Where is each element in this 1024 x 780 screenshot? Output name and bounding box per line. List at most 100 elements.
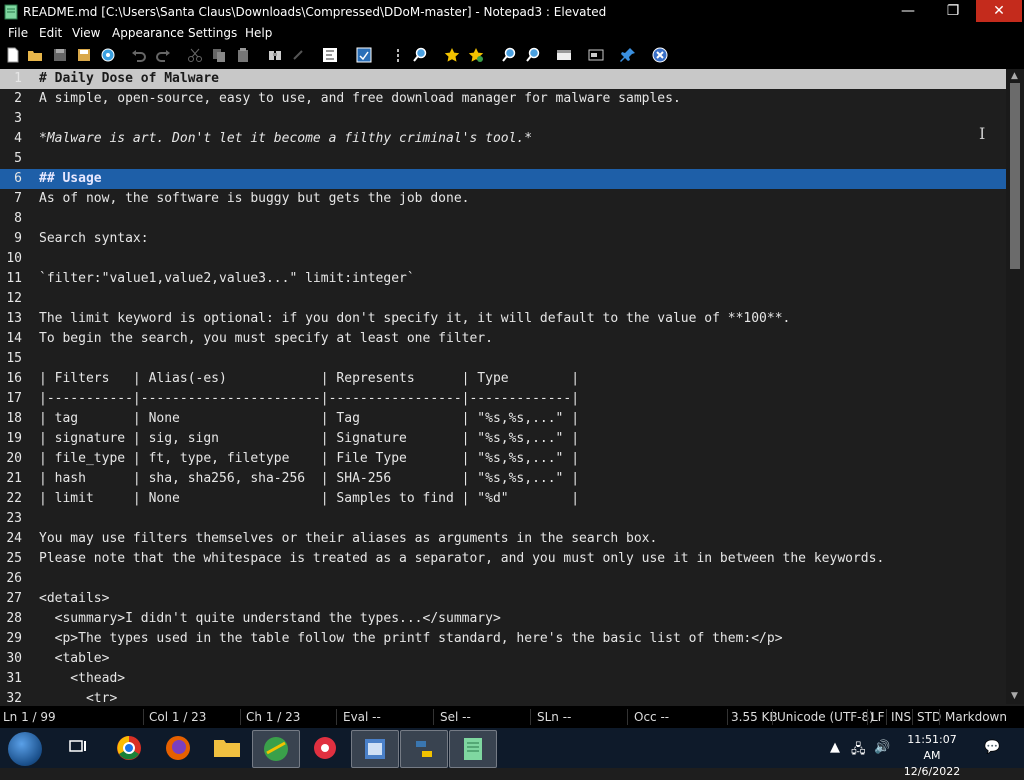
editor-line[interactable]: 1 # Daily Dose of Malware: [0, 69, 1006, 89]
word-wrap-icon[interactable]: [322, 47, 338, 63]
redo-icon[interactable]: [155, 47, 171, 63]
volume-icon[interactable]: 🔊: [874, 740, 890, 755]
line-text[interactable]: | tag | None | Tag | "%s,%s,..." |: [39, 409, 579, 429]
status-column[interactable]: Col 1 / 23: [149, 710, 206, 724]
status-file-size[interactable]: 3.55 KB: [731, 710, 778, 724]
status-selected-lines[interactable]: SLn --: [537, 710, 571, 724]
menu-help[interactable]: Help: [245, 26, 272, 40]
zoom-out-icon[interactable]: [525, 47, 541, 63]
line-text[interactable]: Please note that the whitespace is treat…: [39, 549, 884, 569]
editor-line[interactable]: 6 ## Usage: [0, 169, 1006, 189]
editor-line[interactable]: 11 `filter:"value1,value2,value3..." limi…: [0, 269, 1006, 289]
line-text[interactable]: To begin the search, you must specify at…: [39, 329, 493, 349]
taskbar-app-blue[interactable]: [351, 730, 399, 768]
save-icon[interactable]: [52, 47, 68, 63]
exit-icon[interactable]: [652, 47, 668, 63]
status-occurrences[interactable]: Occ --: [634, 710, 669, 724]
close-button[interactable]: ✕: [976, 0, 1022, 22]
editor-area[interactable]: 1 # Daily Dose of Malware 2 A simple, open…: [0, 69, 1024, 704]
editor-line[interactable]: 28 <summary>I didn't quite understand th…: [0, 609, 1006, 629]
line-text[interactable]: | Filters | Alias(-es) | Represents | Ty…: [39, 369, 579, 389]
line-text[interactable]: | signature | sig, sign | Signature | "%…: [39, 429, 579, 449]
line-text[interactable]: <tr>: [39, 689, 117, 704]
menu-appearance[interactable]: Appearance: [112, 26, 184, 40]
editor-line[interactable]: 3: [0, 109, 1006, 129]
status-line[interactable]: Ln 1 / 99: [3, 710, 56, 724]
zoom-in-icon[interactable]: [501, 47, 517, 63]
undo-icon[interactable]: [131, 47, 147, 63]
editor-line[interactable]: 29 <p>The types used in the table follow…: [0, 629, 1006, 649]
editor-line[interactable]: 18 | tag | None | Tag | "%s,%s,..." |: [0, 409, 1006, 429]
taskbar-file-explorer[interactable]: [204, 730, 250, 766]
status-std[interactable]: STD: [917, 710, 941, 724]
status-insert-mode[interactable]: INS: [891, 710, 911, 724]
editor-line[interactable]: 32 <tr>: [0, 689, 1006, 704]
tray-chevron-up-icon[interactable]: ▲: [830, 740, 840, 755]
taskbar-chrome[interactable]: [106, 730, 152, 766]
editor-line[interactable]: 13 The limit keyword is optional: if you …: [0, 309, 1006, 329]
editor-line[interactable]: 5: [0, 149, 1006, 169]
browse-icon[interactable]: [100, 47, 116, 63]
status-lexer[interactable]: Markdown: [945, 710, 1007, 724]
editor-line[interactable]: 22 | limit | None | Samples to find | "%d…: [0, 489, 1006, 509]
taskbar-firefox[interactable]: [155, 730, 201, 766]
minimize-button[interactable]: —: [886, 0, 930, 22]
find-icon[interactable]: [267, 47, 283, 63]
line-text[interactable]: You may use filters themselves or their …: [39, 529, 657, 549]
status-eval[interactable]: Eval --: [343, 710, 381, 724]
editor-line[interactable]: 19 | signature | sig, sign | Signature | …: [0, 429, 1006, 449]
editor-line[interactable]: 16 | Filters | Alias(-es) | Represents | …: [0, 369, 1006, 389]
network-icon[interactable]: 🖧: [851, 740, 866, 762]
line-text[interactable]: | hash | sha, sha256, sha-256 | SHA-256 …: [39, 469, 579, 489]
menu-edit[interactable]: Edit: [39, 26, 62, 40]
menu-file[interactable]: File: [8, 26, 28, 40]
toggle-fold-icon[interactable]: [390, 47, 406, 63]
line-text[interactable]: <summary>I didn't quite understand the t…: [39, 609, 501, 629]
save-as-icon[interactable]: [76, 47, 92, 63]
menu-view[interactable]: View: [72, 26, 100, 40]
editor-line[interactable]: 17 |-----------|-----------------------|-…: [0, 389, 1006, 409]
line-text[interactable]: *Malware is art. Don't let it become a f…: [39, 129, 532, 149]
taskbar-notepad3[interactable]: [449, 730, 497, 768]
replace-icon[interactable]: [291, 47, 307, 63]
status-encoding[interactable]: Unicode (UTF-8): [777, 710, 874, 724]
editor-line[interactable]: 30 <table>: [0, 649, 1006, 669]
editor-line[interactable]: 15: [0, 349, 1006, 369]
editor-line[interactable]: 20 | file_type | ft, type, filetype | Fil…: [0, 449, 1006, 469]
editor-line[interactable]: 26: [0, 569, 1006, 589]
line-text[interactable]: <thead>: [39, 669, 125, 689]
status-selection[interactable]: Sel --: [440, 710, 471, 724]
line-text[interactable]: A simple, open-source, easy to use, and …: [39, 89, 681, 109]
show-whitespace-icon[interactable]: [356, 47, 372, 63]
status-eol[interactable]: LF: [871, 710, 885, 724]
find-in-files-icon[interactable]: [412, 47, 428, 63]
add-bookmark-icon[interactable]: [444, 47, 460, 63]
pin-icon[interactable]: [620, 47, 636, 63]
editor-line[interactable]: 27 <details>: [0, 589, 1006, 609]
editor-line[interactable]: 12: [0, 289, 1006, 309]
editor-line[interactable]: 23: [0, 509, 1006, 529]
taskbar-python[interactable]: [400, 730, 448, 768]
line-text[interactable]: Search syntax:: [39, 229, 149, 249]
open-folder-icon[interactable]: [27, 47, 43, 63]
editor-line[interactable]: 24 You may use filters themselves or thei…: [0, 529, 1006, 549]
notification-icon[interactable]: 💬: [984, 740, 1000, 755]
status-char[interactable]: Ch 1 / 23: [246, 710, 300, 724]
editor-line[interactable]: 10: [0, 249, 1006, 269]
scroll-down-icon[interactable]: ▼: [1011, 691, 1018, 701]
editor-line[interactable]: 9 Search syntax:: [0, 229, 1006, 249]
scheme-icon[interactable]: [556, 47, 572, 63]
line-text[interactable]: `filter:"value1,value2,value3..." limit:…: [39, 269, 415, 289]
task-view-button[interactable]: [54, 730, 100, 766]
paste-icon[interactable]: [235, 47, 251, 63]
menu-settings[interactable]: Settings: [188, 26, 237, 40]
editor-line[interactable]: 2 A simple, open-source, easy to use, and…: [0, 89, 1006, 109]
taskbar-clock[interactable]: 11:51:07 AM 12/6/2022: [900, 732, 964, 780]
scrollbar-thumb[interactable]: [1010, 83, 1020, 269]
line-text[interactable]: <p>The types used in the table follow th…: [39, 629, 783, 649]
editor-line[interactable]: 7 As of now, the software is buggy but ge…: [0, 189, 1006, 209]
line-text[interactable]: |-----------|-----------------------|---…: [39, 389, 579, 409]
vertical-scrollbar[interactable]: ▲ ▼: [1006, 69, 1024, 704]
line-text[interactable]: | file_type | ft, type, filetype | File …: [39, 449, 579, 469]
editor-line[interactable]: 25 Please note that the whitespace is tre…: [0, 549, 1006, 569]
